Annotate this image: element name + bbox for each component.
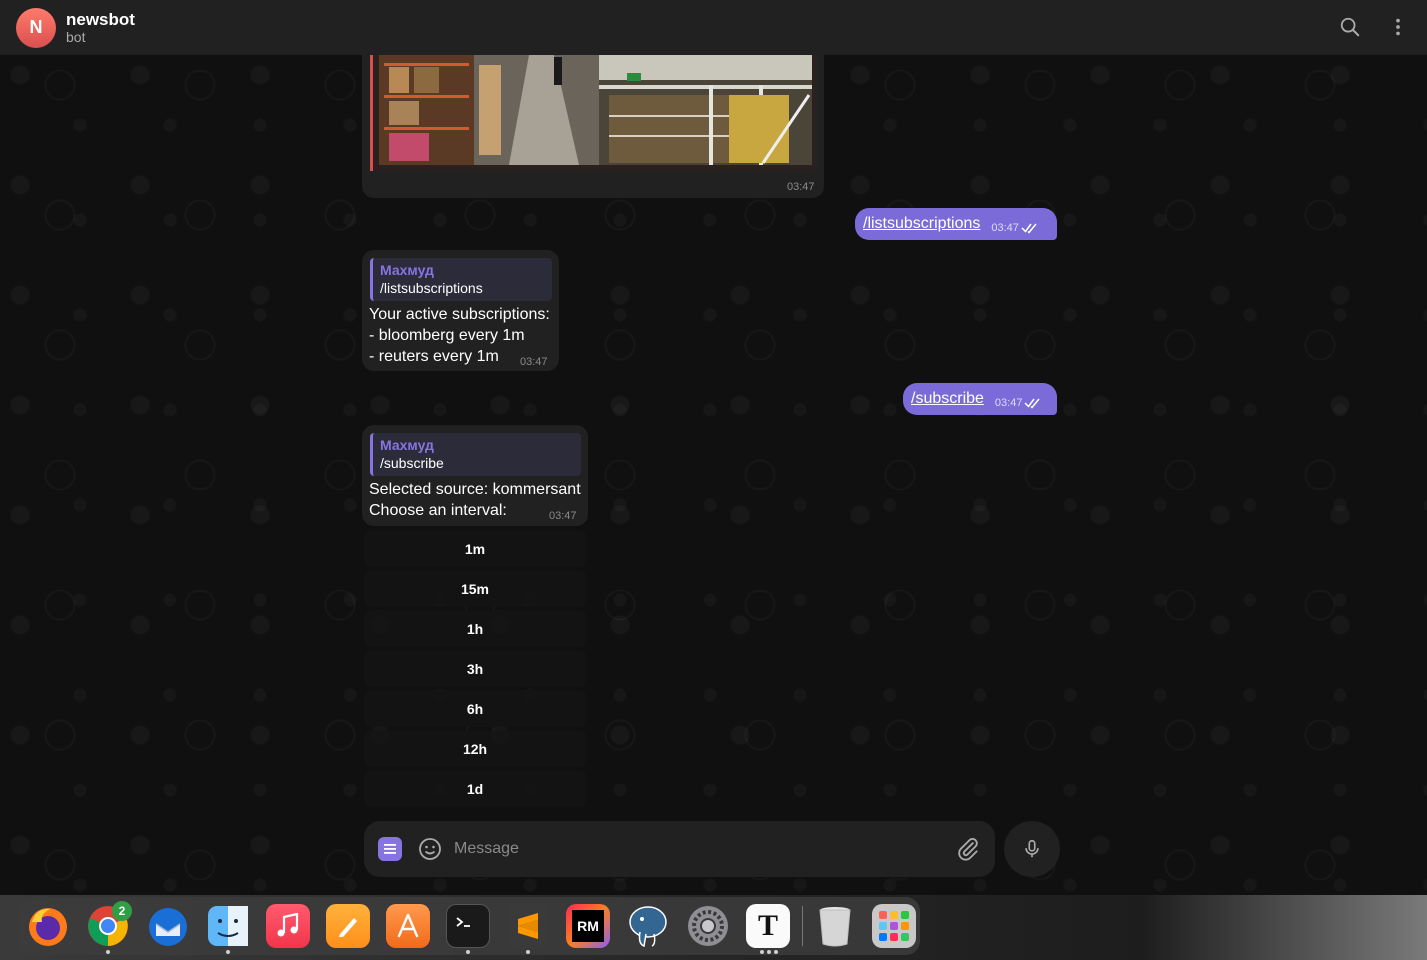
message-time: 03:47 [787,181,815,193]
avatar[interactable]: N [16,7,56,48]
launchpad-icon[interactable] [872,904,916,948]
reply-quote[interactable]: Махмуд /subscribe [370,433,581,476]
rubymine-logo-box: RM [572,910,604,942]
incoming-message[interactable]: Махмуд /listsubscriptions Your active su… [362,250,559,371]
warehouse-photo[interactable] [379,55,812,165]
reply-author: Махмуд [380,262,434,278]
message-input[interactable] [454,840,955,858]
search-icon[interactable] [1337,14,1363,40]
sublime-text-icon[interactable] [506,904,550,948]
outgoing-message[interactable]: /listsubscriptions 03:47 [855,208,1057,240]
reply-author: Махмуд [380,437,434,453]
thunderbird-icon[interactable] [146,904,190,948]
command-link[interactable]: /listsubscriptions [863,215,980,233]
pages-icon[interactable] [326,904,370,948]
typora-logo-text: T [757,909,778,942]
rubymine-icon[interactable]: RM [566,904,610,948]
chat-title[interactable]: newsbot [66,10,135,30]
double-check-icon [1021,223,1037,234]
running-indicator [760,950,764,954]
message-time: 03:47 [995,397,1043,409]
interval-button-1d[interactable]: 1d [364,770,586,807]
reply-text: /subscribe [380,455,444,471]
message-time-text: 03:47 [994,397,1023,409]
message-time: 03:47 [549,510,577,522]
command-link[interactable]: /subscribe [911,390,984,408]
double-check-icon [1024,398,1041,409]
interval-button-1h[interactable]: 1h [364,610,586,647]
interval-button-3h[interactable]: 3h [364,650,586,687]
incoming-message[interactable]: Махмуд /subscribe Selected source: komme… [362,425,588,526]
chat-status: bot [66,29,86,46]
reply-quote[interactable]: Махмуд /listsubscriptions [370,258,552,301]
chat-info[interactable]: newsbot bot [66,10,135,46]
running-indicator [774,950,778,954]
message-composer [364,821,995,877]
microphone-icon[interactable] [1004,821,1060,877]
message-time: 03:47 [991,222,1039,234]
attach-icon[interactable] [955,836,981,862]
running-indicator [106,950,110,954]
outgoing-message[interactable]: /subscribe 03:47 [903,383,1057,415]
emoji-icon[interactable] [418,837,442,861]
music-icon[interactable] [266,904,310,948]
running-indicator [767,950,771,954]
message-time: 03:47 [520,356,548,368]
message-time-text: 03:47 [991,222,1019,234]
interval-button-15m[interactable]: 15m [364,570,586,607]
interval-button-6h[interactable]: 6h [364,690,586,727]
rubymine-logo-text: RM [577,918,599,934]
typora-icon[interactable]: T [746,904,790,948]
interval-button-1m[interactable]: 1m [364,530,586,567]
trash-icon[interactable] [813,904,857,948]
app-store-icon[interactable] [386,904,430,948]
terminal-icon[interactable] [446,904,490,948]
dock-separator [802,906,803,946]
system-settings-icon[interactable] [686,904,730,948]
bot-menu-icon[interactable] [378,837,402,861]
reply-text: /listsubscriptions [380,280,483,296]
running-indicator [526,950,530,954]
firefox-icon[interactable] [26,904,70,948]
running-indicator [226,950,230,954]
postgresql-icon[interactable] [626,904,670,948]
notification-badge: 2 [112,901,132,921]
chat-header: N newsbot bot [0,0,1427,55]
finder-icon[interactable] [206,904,250,948]
running-indicator [466,950,470,954]
interval-button-12h[interactable]: 12h [364,730,586,767]
more-options-icon[interactable] [1385,14,1411,40]
photo-message[interactable]: 03:47 [362,55,824,198]
